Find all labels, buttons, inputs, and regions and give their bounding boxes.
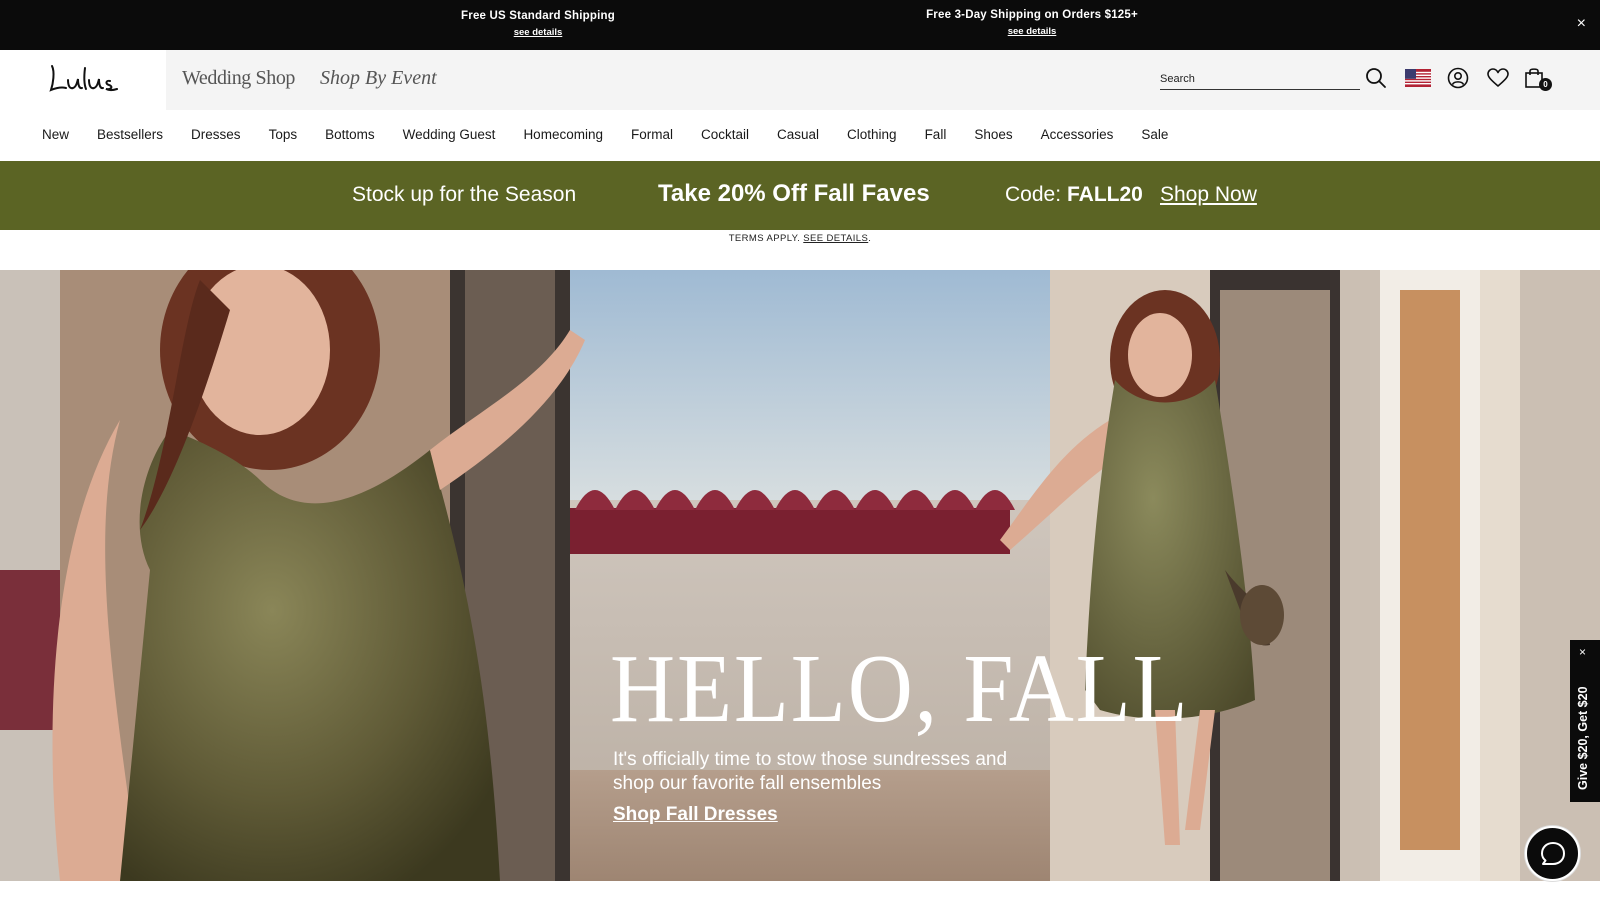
nav-item-dresses[interactable]: Dresses xyxy=(191,127,241,142)
us-flag-icon[interactable] xyxy=(1405,66,1431,90)
side-tab-close-icon[interactable]: × xyxy=(1579,645,1586,659)
wedding-shop-link[interactable]: Wedding Shop xyxy=(182,67,295,90)
promo-shop-now-link[interactable]: Shop Now xyxy=(1160,183,1257,207)
nav-item-accessories[interactable]: Accessories xyxy=(1041,127,1114,142)
heart-icon[interactable] xyxy=(1486,66,1510,90)
hero-banner[interactable]: HELLO, FALL It's officially time to stow… xyxy=(0,270,1600,881)
nav-item-wedding-guest[interactable]: Wedding Guest xyxy=(403,127,496,142)
nav-item-clothing[interactable]: Clothing xyxy=(847,127,897,142)
promo-terms: TERMS APPLY. SEE DETAILS. xyxy=(0,233,1600,244)
search-field xyxy=(1160,68,1360,90)
nav-item-shoes[interactable]: Shoes xyxy=(974,127,1012,142)
nav-item-new[interactable]: New xyxy=(42,127,69,142)
nav-item-bestsellers[interactable]: Bestsellers xyxy=(97,127,163,142)
announcement-bar: Free US Standard Shipping see details Fr… xyxy=(0,0,1600,50)
nav-item-cocktail[interactable]: Cocktail xyxy=(701,127,749,142)
announcement-title: Free US Standard Shipping xyxy=(461,10,615,22)
announcement-close-button[interactable]: × xyxy=(1577,15,1586,33)
logo-wordmark-icon xyxy=(49,65,118,92)
announcement-free-shipping: Free US Standard Shipping see details xyxy=(438,10,638,40)
promo-code-value: FALL20 xyxy=(1067,183,1143,206)
header-secondary-area: Wedding Shop Shop By Event Search 0 xyxy=(166,50,1600,110)
nav-item-fall[interactable]: Fall xyxy=(925,127,947,142)
chat-button[interactable] xyxy=(1525,826,1580,881)
side-tab-label: Give $20, Get $20 xyxy=(1576,686,1590,790)
nav-item-bottoms[interactable]: Bottoms xyxy=(325,127,375,142)
promo-code-label: Code: xyxy=(1005,183,1062,206)
chat-bubble-icon xyxy=(1540,841,1565,865)
nav-item-tops[interactable]: Tops xyxy=(269,127,298,142)
search-icon[interactable] xyxy=(1364,66,1388,90)
hero-title: HELLO, FALL xyxy=(610,635,1190,743)
announcement-3day-shipping: Free 3-Day Shipping on Orders $125+ see … xyxy=(912,9,1152,39)
site-header: Wedding Shop Shop By Event Search 0 xyxy=(0,50,1600,110)
shop-by-event-link[interactable]: Shop By Event xyxy=(320,67,437,90)
main-navigation: New Bestsellers Dresses Tops Bottoms Wed… xyxy=(0,110,1600,160)
promo-headline: Take 20% Off Fall Faves xyxy=(658,180,930,207)
terms-text: TERMS APPLY. xyxy=(728,233,801,244)
announcement-see-details-link[interactable]: see details xyxy=(514,27,563,38)
terms-see-details-link[interactable]: SEE DETAILS xyxy=(803,233,868,244)
nav-item-sale[interactable]: Sale xyxy=(1141,127,1168,142)
nav-list: New Bestsellers Dresses Tops Bottoms Wed… xyxy=(42,127,1196,142)
announcement-title: Free 3-Day Shipping on Orders $125+ xyxy=(926,9,1138,21)
promo-tagline: Stock up for the Season xyxy=(352,183,577,206)
nav-item-casual[interactable]: Casual xyxy=(777,127,819,142)
lulus-logo[interactable] xyxy=(48,62,118,98)
account-icon[interactable] xyxy=(1446,66,1470,90)
hero-shop-fall-dresses-link[interactable]: Shop Fall Dresses xyxy=(613,804,778,826)
hero-subtitle: It's officially time to stow those sundr… xyxy=(613,749,1008,794)
nav-item-homecoming[interactable]: Homecoming xyxy=(523,127,603,142)
announcement-see-details-link[interactable]: see details xyxy=(1008,26,1057,37)
nav-item-formal[interactable]: Formal xyxy=(631,127,673,142)
search-input[interactable] xyxy=(1160,68,1350,88)
bag-count-badge: 0 xyxy=(1539,78,1552,91)
terms-period: . xyxy=(868,233,872,244)
promo-banner[interactable]: Stock up for the Season Take 20% Off Fal… xyxy=(0,161,1600,230)
referral-side-tab[interactable]: × Give $20, Get $20 xyxy=(1570,640,1600,802)
shopping-bag-icon[interactable]: 0 xyxy=(1522,66,1552,91)
